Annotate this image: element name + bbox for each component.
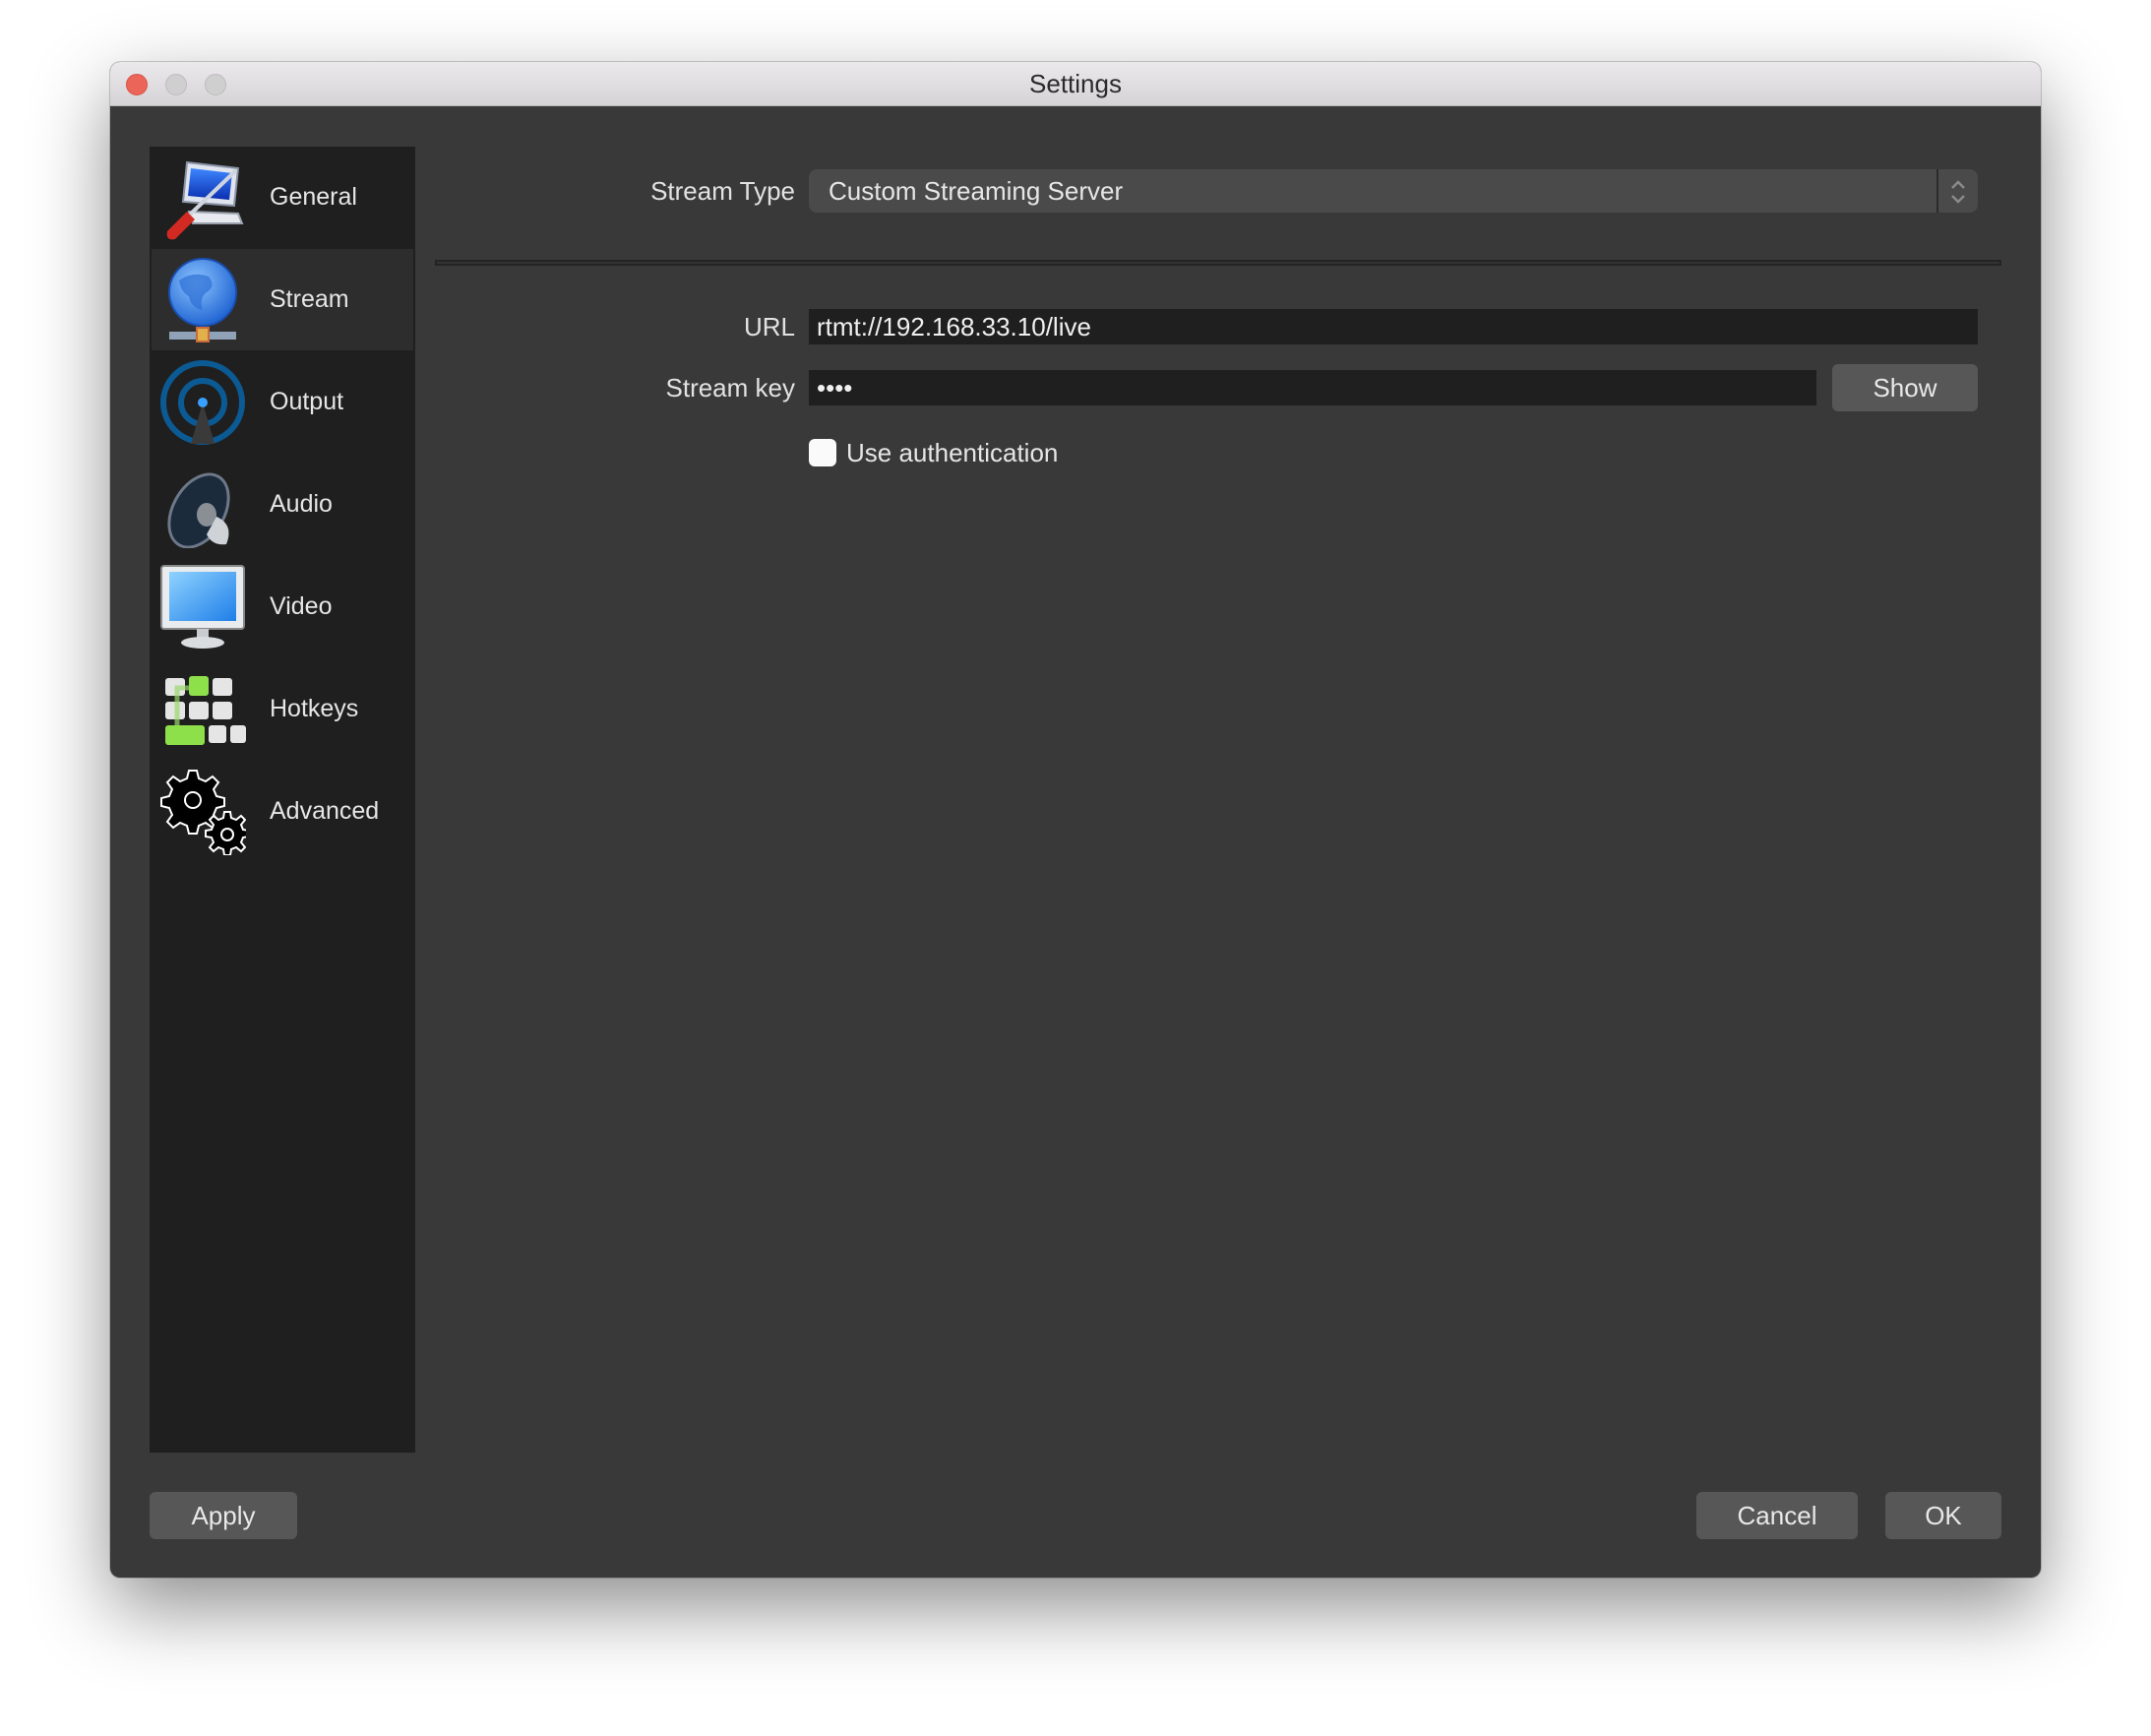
globe-network-icon [168,258,237,342]
broadcast-antenna-icon [160,360,245,445]
sidebar-item-label: General [270,183,357,211]
stream-type-value: Custom Streaming Server [829,176,1124,206]
cancel-button[interactable]: Cancel [1696,1492,1858,1539]
general-monitor-screwdriver-icon [166,160,244,240]
sidebar-item-label: Audio [270,490,333,518]
sidebar-item-general[interactable]: General [152,147,413,248]
sidebar-item-output[interactable]: Output [152,351,413,453]
sidebar-item-label: Stream [270,285,349,313]
stream-type-label: Stream Type [650,176,795,206]
sidebar-item-label: Video [270,592,333,620]
stream-type-select[interactable]: Custom Streaming Server [809,169,1978,213]
stream-key-label: Stream key [665,373,796,403]
settings-window: Settings General Stream Output Audio Vid… [110,62,2041,1578]
url-label: URL [743,312,795,341]
title-bar: Settings [110,62,2041,106]
show-key-button[interactable]: Show [1832,364,1978,411]
sidebar-item-label: Output [270,388,344,415]
keyboard-keys-icon [165,676,246,745]
use-authentication-label: Use authentication [846,438,1059,467]
gears-icon [160,770,246,855]
sidebar-item-label: Hotkeys [270,695,359,722]
window-title: Settings [1029,69,1122,98]
sidebar-item-video[interactable]: Video [152,556,413,657]
use-authentication-checkbox[interactable] [809,439,836,466]
ok-button[interactable]: OK [1885,1492,2001,1539]
monitor-icon [160,565,245,649]
section-separator [435,260,2001,266]
speaker-icon [167,472,230,548]
sidebar-item-label: Advanced [270,797,380,825]
settings-sidebar: General Stream Output Audio Video Hotkey… [150,147,415,1453]
chevron-up-down-icon [1951,180,1965,204]
stream-key-input[interactable]: •••• [809,370,1816,405]
sidebar-item-audio[interactable]: Audio [152,454,413,555]
url-input[interactable] [809,309,1978,344]
sidebar-item-advanced[interactable]: Advanced [152,761,413,862]
apply-button[interactable]: Apply [150,1492,297,1539]
sidebar-item-stream[interactable]: Stream [152,249,413,350]
sidebar-item-hotkeys[interactable]: Hotkeys [152,658,413,760]
